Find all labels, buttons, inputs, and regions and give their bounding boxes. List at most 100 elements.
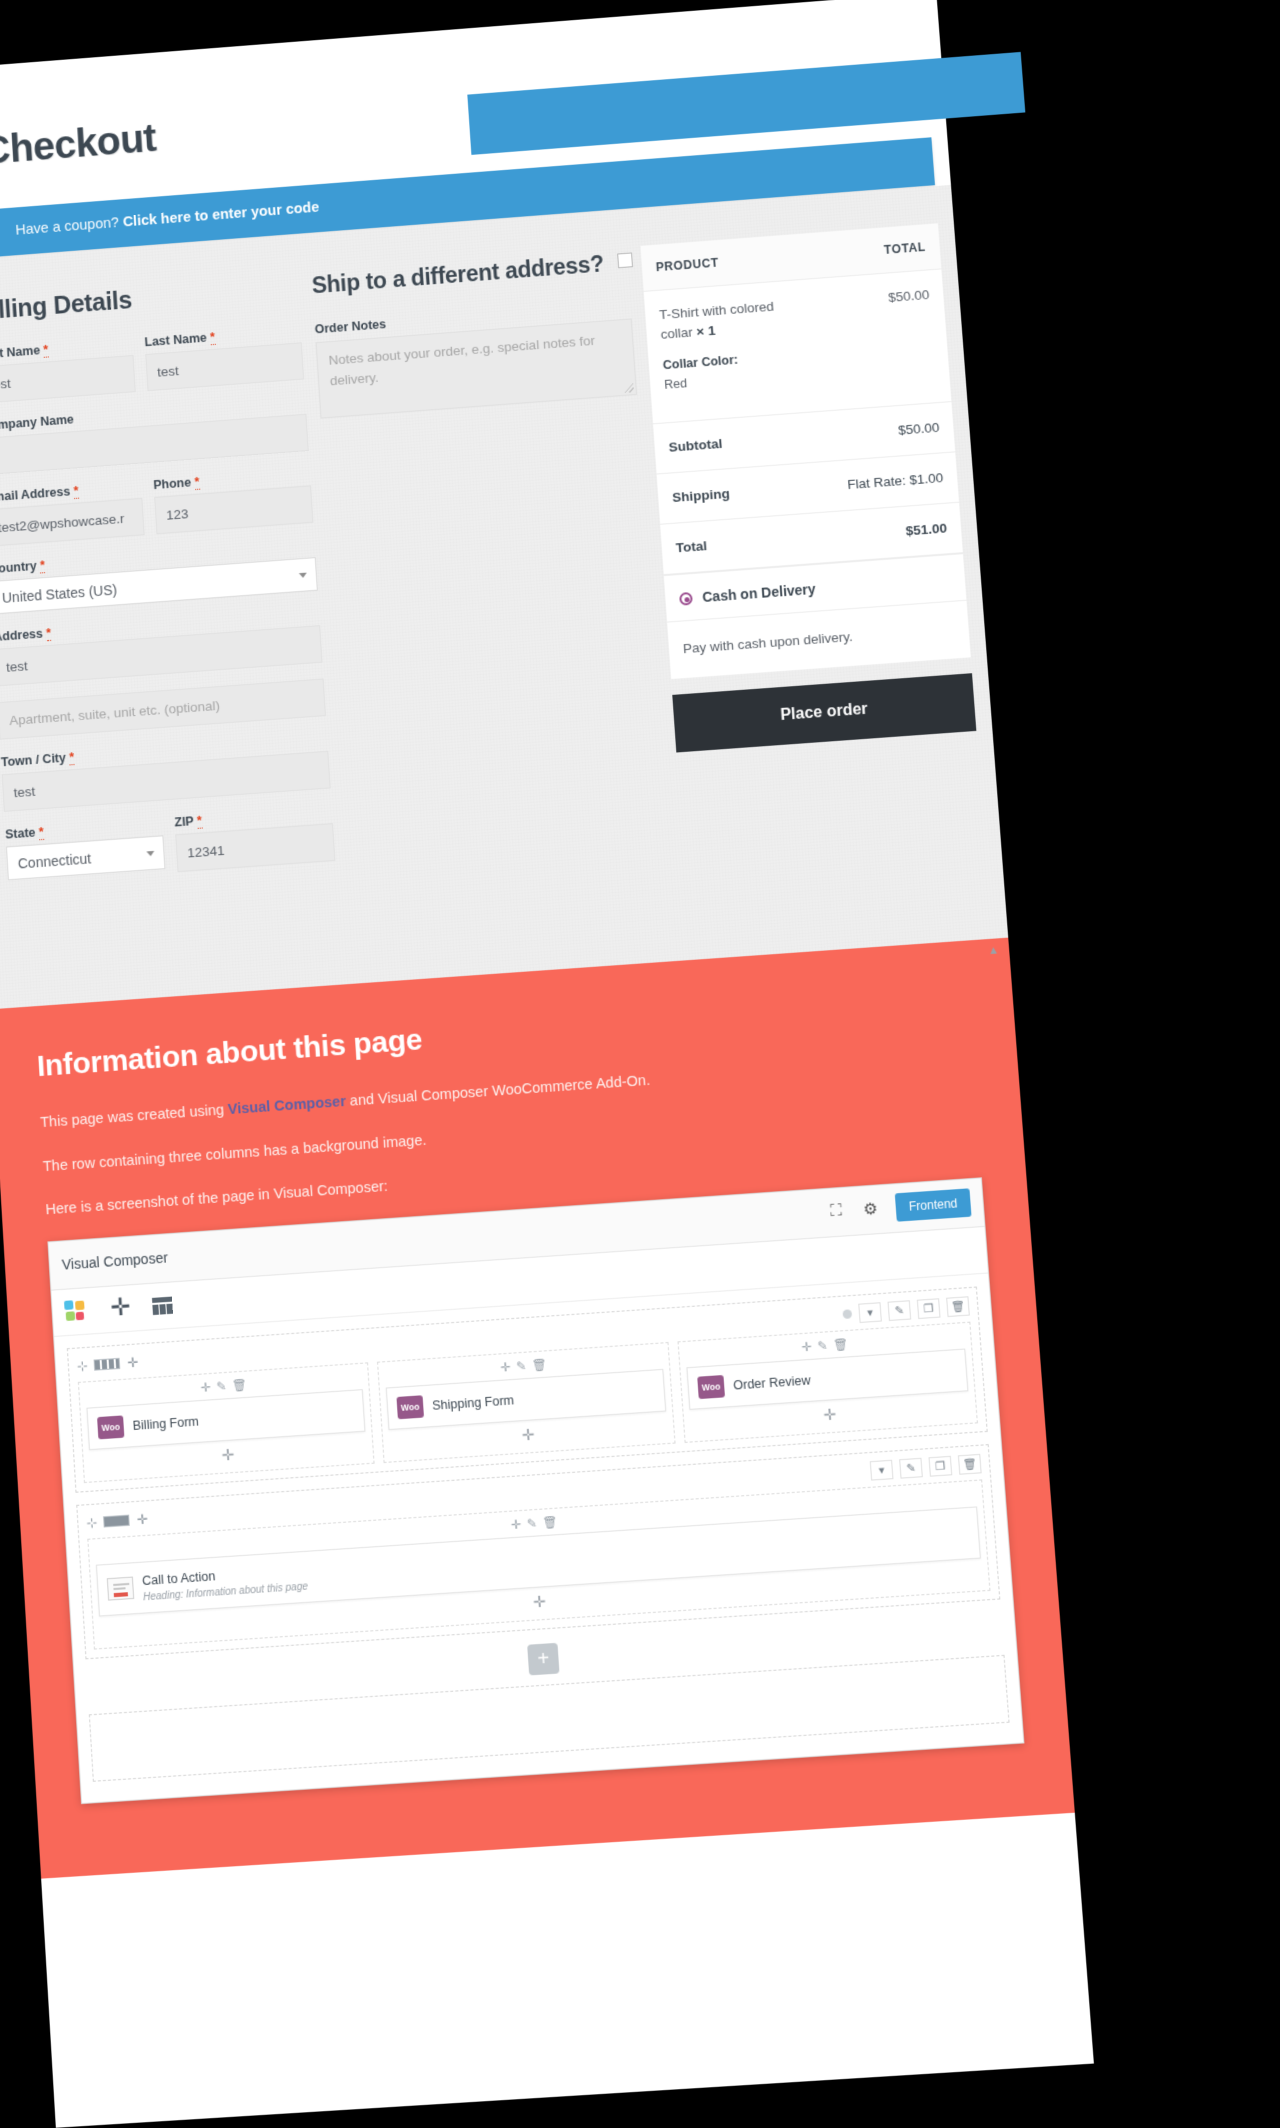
edit-icon[interactable]: ✎ <box>216 1379 226 1394</box>
gear-icon[interactable]: ⚙ <box>852 1191 889 1228</box>
screenshot-stage: Checkout Have a coupon? Click here to en… <box>0 0 1280 2128</box>
column-layout-icon[interactable] <box>103 1514 131 1528</box>
order-item-cell: T-Shirt with colored collar × 1 Collar C… <box>643 278 828 424</box>
input-address-line2[interactable]: Apartment, suite, unit etc. (optional) <box>0 678 326 740</box>
header-accent-bar <box>467 51 1026 155</box>
select-state[interactable]: Connecticut <box>5 835 166 881</box>
field-address-line2: Apartment, suite, unit etc. (optional) <box>0 678 326 740</box>
woocommerce-icon: Woo <box>97 1415 125 1440</box>
input-zip[interactable]: 12341 <box>175 823 336 873</box>
label-address-text: Address <box>0 626 44 645</box>
edit-icon[interactable]: ✎ <box>887 1299 912 1321</box>
shipping-column: Ship to a different address? Order Notes… <box>311 243 670 876</box>
label-town-city-text: Town / City <box>0 750 67 770</box>
visual-composer-logo-icon <box>64 1299 89 1323</box>
place-order-button[interactable]: Place order <box>672 673 977 753</box>
field-state: State * Connecticut <box>5 816 166 884</box>
shipping-heading-text: Ship to a different address? <box>311 250 605 299</box>
vc-column-billing[interactable]: ✛ ✎ 🗑 Woo Billing Form ✛ <box>77 1361 375 1483</box>
clone-icon[interactable]: ❐ <box>916 1297 941 1319</box>
delete-icon[interactable]: 🗑 <box>542 1514 558 1529</box>
required-marker: * <box>45 626 52 642</box>
subtotal-value: $50.00 <box>827 401 956 461</box>
vc-add-row-button[interactable]: + <box>527 1642 560 1676</box>
field-town-city: Town / City * test <box>1 732 331 812</box>
plus-icon[interactable]: ✛ <box>200 1380 210 1395</box>
plus-icon[interactable]: ✛ <box>801 1339 812 1354</box>
shipping-value: Flat Rate: $1.00 <box>831 451 960 512</box>
checkout-content-panel: Billing Details First Name * test Last N… <box>0 184 1009 1010</box>
info-line1-pre: This page was created using <box>39 1102 229 1132</box>
plus-icon[interactable]: ✛ <box>511 1517 522 1532</box>
vc-frontend-button[interactable]: Frontend <box>894 1188 972 1222</box>
toggle-icon[interactable]: ▾ <box>869 1459 894 1481</box>
vc-element-order-review-label: Order Review <box>732 1372 811 1393</box>
vc-element-shipping-form-label: Shipping Form <box>431 1392 515 1413</box>
required-marker: * <box>43 342 49 358</box>
edit-icon[interactable]: ✎ <box>526 1516 537 1531</box>
vc-column-order-review[interactable]: ✛ ✎ 🗑 Woo Order Review ✛ <box>677 1321 978 1443</box>
order-item-qty: × 1 <box>695 323 716 340</box>
clone-icon[interactable]: ❐ <box>928 1455 953 1477</box>
label-state-text: State <box>4 825 36 842</box>
order-item-total: $50.00 <box>818 268 952 411</box>
column-layout-icon[interactable] <box>94 1357 121 1371</box>
input-first-name[interactable]: test <box>0 354 136 404</box>
page-title: Checkout <box>0 116 158 173</box>
info-section: Information about this page This page wa… <box>0 937 1075 1879</box>
billing-column: Billing Details First Name * test Last N… <box>0 268 336 900</box>
plus-icon[interactable]: ✛ <box>136 1511 147 1527</box>
toggle-icon[interactable]: ▾ <box>858 1301 882 1323</box>
edit-icon[interactable]: ✎ <box>516 1358 527 1373</box>
select-country-value: United States (US) <box>1 581 118 606</box>
delete-icon[interactable]: 🗑 <box>531 1357 548 1372</box>
input-phone[interactable]: 123 <box>154 485 314 535</box>
delete-icon[interactable]: 🗑 <box>957 1453 982 1475</box>
coupon-link[interactable]: Click here to enter your code <box>122 200 319 231</box>
delete-icon[interactable]: 🗑 <box>833 1337 849 1352</box>
coupon-lead-text: Have a coupon? <box>15 214 124 239</box>
vc-column-shipping[interactable]: ✛ ✎ 🗑 Woo Shipping Form ✛ <box>376 1341 676 1463</box>
resize-handle-icon[interactable] <box>624 383 634 393</box>
order-review-column: PRODUCT TOTAL T-Shirt with colored colla… <box>640 219 984 852</box>
status-dot-icon <box>842 1308 853 1319</box>
woocommerce-icon: Woo <box>697 1374 725 1399</box>
delete-icon[interactable]: 🗑 <box>232 1377 247 1392</box>
expand-icon[interactable]: ⛶ <box>818 1193 855 1230</box>
plus-icon[interactable]: ✛ <box>127 1354 138 1370</box>
add-element-icon[interactable]: ✛ <box>110 1294 132 1323</box>
payment-method-label: Cash on Delivery <box>701 581 817 606</box>
input-order-notes[interactable]: Notes about your order, e.g. special not… <box>315 318 638 419</box>
edit-icon[interactable]: ✎ <box>817 1338 828 1353</box>
input-email-address[interactable]: test2@wpshowcase.r <box>0 497 145 547</box>
required-marker: * <box>194 474 200 491</box>
field-email-address: Email Address * test2@wpshowcase.r <box>0 479 145 547</box>
drag-handle-icon[interactable]: ⊹ <box>76 1358 88 1374</box>
delete-icon[interactable]: 🗑 <box>946 1295 970 1317</box>
drag-handle-icon[interactable]: ⊹ <box>86 1514 97 1530</box>
label-phone-text: Phone <box>152 475 192 493</box>
required-marker: * <box>39 558 46 574</box>
required-marker: * <box>209 330 216 346</box>
required-marker: * <box>73 483 79 499</box>
input-last-name[interactable]: test <box>145 342 305 392</box>
order-item-name: T-Shirt with colored collar <box>658 298 775 343</box>
visual-composer-screenshot: Visual Composer ⛶ ⚙ Frontend ▲ ✛ ⊹ ✛ ▾ ✎… <box>47 944 1025 1804</box>
ship-to-different-address-checkbox[interactable] <box>617 252 633 269</box>
visual-composer-link[interactable]: Visual Composer <box>228 1094 347 1118</box>
plus-icon[interactable]: ✛ <box>500 1360 511 1375</box>
field-phone: Phone * 123 <box>152 467 314 535</box>
vc-element-cta-text: Call to Action Heading: Information abou… <box>142 1561 308 1603</box>
order-notes-placeholder: Notes about your order, e.g. special not… <box>328 333 596 389</box>
select-state-value: Connecticut <box>17 850 92 872</box>
radio-selected-icon[interactable] <box>679 591 693 606</box>
info-line1-post: and Visual Composer WooCommerce Add-On. <box>345 1072 651 1110</box>
edit-icon[interactable]: ✎ <box>899 1457 923 1479</box>
field-zip: ZIP * 12341 <box>174 804 336 873</box>
required-marker: * <box>68 750 75 766</box>
order-review-box: PRODUCT TOTAL T-Shirt with colored colla… <box>640 223 971 680</box>
grid-icon[interactable] <box>152 1296 174 1315</box>
vc-canvas: ⊹ ✛ ▾ ✎ ❐ 🗑 ✛ ✎ 🗑 Woo Billing Form ✛ ✛ ✎… <box>54 1273 1024 1803</box>
call-to-action-icon <box>106 1576 135 1601</box>
chevron-down-icon <box>298 572 308 579</box>
